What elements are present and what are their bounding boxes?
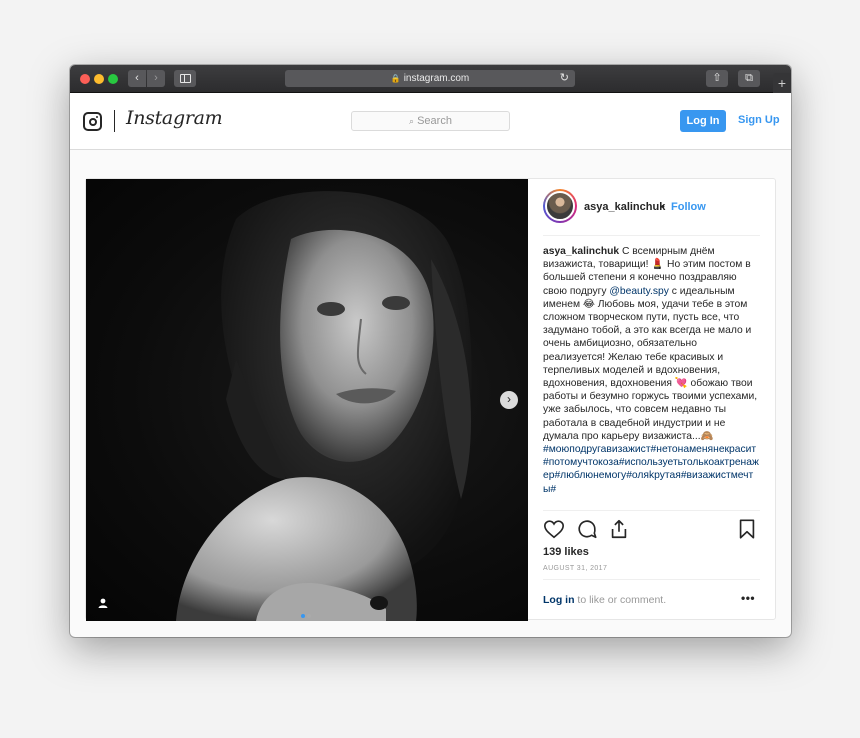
caption-username[interactable]: asya_kalinchuk bbox=[543, 246, 619, 257]
url-text: instagram.com bbox=[403, 73, 470, 84]
sidebar-icon bbox=[180, 74, 191, 83]
more-options-icon[interactable]: ••• bbox=[741, 591, 755, 605]
instagram-wordmark[interactable]: Instagram bbox=[126, 107, 223, 129]
next-photo-button[interactable]: › bbox=[500, 391, 518, 409]
browser-toolbar: ‹ › 🔒 instagram.com ↻ ⇧ ⧉ + bbox=[70, 65, 791, 93]
post-photo[interactable]: › bbox=[86, 179, 528, 621]
lock-icon: 🔒 bbox=[390, 74, 401, 83]
address-bar[interactable]: 🔒 instagram.com ↻ bbox=[285, 70, 575, 87]
carousel-dot-active bbox=[301, 614, 305, 618]
zoom-window-button[interactable] bbox=[108, 74, 118, 84]
minimize-window-button[interactable] bbox=[94, 74, 104, 84]
likes-count[interactable]: 139 likes bbox=[543, 546, 589, 558]
browser-window: ‹ › 🔒 instagram.com ↻ ⇧ ⧉ + Instagram ⌕ Se… bbox=[70, 65, 791, 637]
signup-link[interactable]: Sign Up bbox=[738, 110, 780, 132]
logo-divider bbox=[114, 110, 115, 132]
login-button[interactable]: Log In bbox=[680, 110, 726, 132]
reload-icon[interactable]: ↻ bbox=[560, 70, 569, 87]
share-icon[interactable] bbox=[608, 518, 630, 540]
username-separator: • bbox=[661, 201, 665, 213]
divider bbox=[543, 235, 760, 236]
back-button[interactable]: ‹ bbox=[128, 70, 146, 87]
forward-button[interactable]: › bbox=[147, 70, 165, 87]
bookmark-icon[interactable] bbox=[736, 518, 758, 540]
search-icon: ⌕ bbox=[409, 116, 415, 126]
follow-button[interactable]: Follow bbox=[671, 201, 706, 213]
divider bbox=[543, 510, 760, 511]
post-side-panel: asya_kalinchuk • Follow asya_kalinchuk С… bbox=[528, 179, 777, 621]
share-button[interactable]: ⇧ bbox=[706, 70, 728, 87]
login-prompt-text: to like or comment. bbox=[574, 594, 667, 606]
user-tag-icon[interactable] bbox=[97, 597, 109, 609]
instagram-header: Instagram ⌕ Search Log In Sign Up bbox=[70, 93, 791, 150]
sidebar-toggle-button[interactable] bbox=[174, 70, 196, 87]
caption-text-continued: с идеальным именем 😂 Любовь моя, удачи т… bbox=[543, 285, 758, 442]
login-prompt: Log in to like or comment. bbox=[543, 594, 666, 606]
new-tab-button[interactable]: + bbox=[773, 73, 791, 93]
avatar[interactable] bbox=[543, 189, 577, 223]
instagram-camera-icon[interactable] bbox=[83, 112, 102, 131]
close-window-button[interactable] bbox=[80, 74, 90, 84]
post-date: AUGUST 31, 2017 bbox=[543, 565, 608, 572]
divider bbox=[543, 579, 760, 580]
post-card: › asya_kalinchuk • Follow asya_kalinchuk… bbox=[85, 178, 777, 621]
post-caption: asya_kalinchuk С всемирным днём визажист… bbox=[543, 245, 759, 510]
login-link[interactable]: Log in bbox=[543, 594, 575, 606]
caption-mention-link[interactable]: @beauty.spy bbox=[609, 286, 669, 297]
post-actions bbox=[543, 518, 760, 542]
post-username[interactable]: asya_kalinchuk bbox=[584, 201, 665, 213]
search-input[interactable]: ⌕ Search bbox=[351, 111, 510, 131]
portrait-illustration bbox=[176, 191, 472, 621]
comment-icon[interactable] bbox=[576, 518, 598, 540]
show-tabs-button[interactable]: ⧉ bbox=[738, 70, 760, 87]
like-heart-icon[interactable] bbox=[543, 518, 565, 540]
carousel-dots bbox=[300, 605, 312, 621]
carousel-dot bbox=[307, 614, 311, 618]
caption-hashtags[interactable]: #моюподругавизажист#нетонаменянекрасит#п… bbox=[543, 444, 759, 495]
search-placeholder: Search bbox=[417, 115, 452, 127]
